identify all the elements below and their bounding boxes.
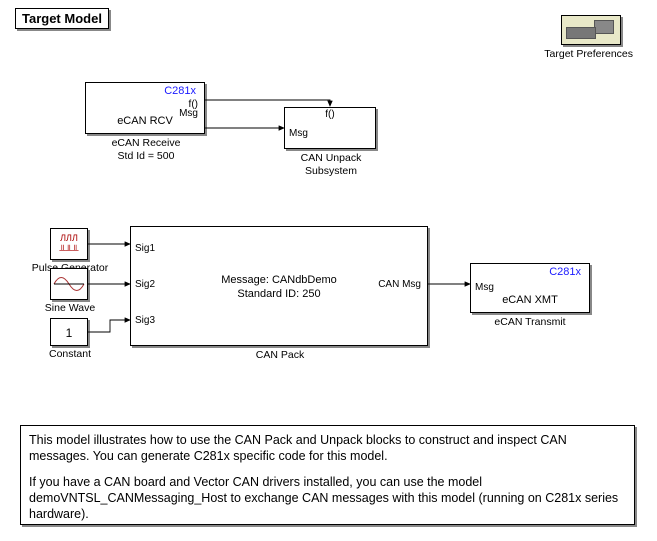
constant-label: Constant [0,348,150,360]
ecan-rcv-label1: eCAN Receive [66,137,226,149]
unpack-msg-in: Msg [289,128,308,139]
can-pack-block[interactable]: Sig1 Sig2 Sig3 CAN Msg Message: CANdbDem… [130,226,428,346]
c281x-label-xmt: C281x [549,266,581,278]
constant-value: 1 [66,326,73,340]
description-p1: This model illustrates how to use the CA… [29,432,626,464]
description-box: This model illustrates how to use the CA… [20,425,635,525]
ecan-rcv-text: eCAN RCV [86,115,204,127]
target-preferences-label: Target Preferences [544,48,633,60]
can-unpack-label2: Subsystem [251,165,411,177]
xmt-msg-in: Msg [475,282,494,293]
target-preferences-block[interactable] [561,15,621,45]
ecan-xmt-label: eCAN Transmit [450,316,610,328]
sine-label: Sine Wave [0,302,150,314]
pulse-generator-block[interactable]: ЛЛЛ╨╨╨ [50,228,88,260]
ecan-xmt-text: eCAN XMT [471,294,589,306]
ecan-rcv-label2: Std Id = 500 [66,150,226,162]
model-title: Target Model [15,8,109,29]
canpack-msg-text: Message: CANdbDemo Standard ID: 250 [131,273,427,301]
can-unpack-label1: CAN Unpack [251,152,411,164]
can-unpack-block[interactable]: f() Msg [284,107,376,149]
can-pack-label: CAN Pack [200,349,360,361]
ecan-transmit-block[interactable]: C281x Msg eCAN XMT [470,263,590,313]
description-p2: If you have a CAN board and Vector CAN d… [29,474,626,522]
constant-block[interactable]: 1 [50,318,88,346]
diagram-canvas: Target Model Target Preferences C281x f(… [0,0,657,541]
sine-wave-block[interactable] [50,268,88,300]
sig1-in: Sig1 [135,243,155,254]
sine-icon [51,269,87,299]
sig3-in: Sig3 [135,315,155,326]
fcn-call-port: f() [285,109,375,120]
pulse-icon: ЛЛЛ╨╨╨ [51,229,87,256]
ecan-receive-block[interactable]: C281x f() Msg eCAN RCV [85,82,205,134]
c281x-label: C281x [164,85,196,97]
